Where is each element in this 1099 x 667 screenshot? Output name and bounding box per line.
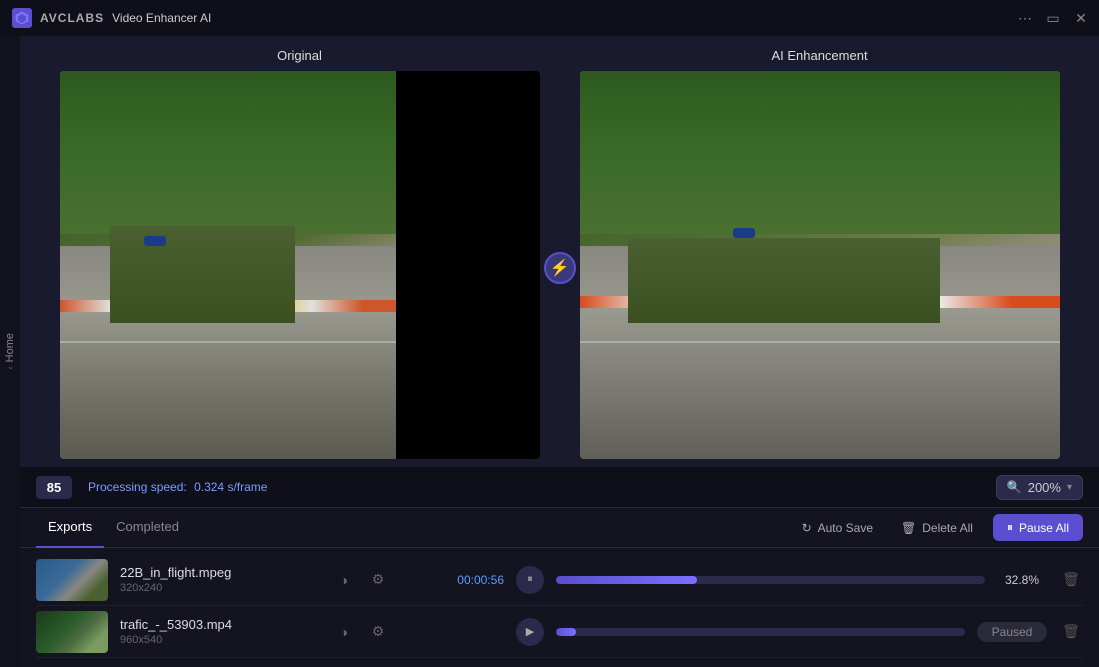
grass-area xyxy=(60,71,396,234)
sidebar-home-label[interactable]: ‹ Home xyxy=(4,333,16,369)
dims-2: 960x540 xyxy=(120,634,320,646)
dropdown-arrow-icon: ▾ xyxy=(1067,482,1072,493)
zoom-value: 200% xyxy=(1028,480,1061,495)
original-video-left xyxy=(60,71,396,459)
settings-icon-1[interactable]: ⚙ xyxy=(366,568,390,592)
main-content: Original ⚡ xyxy=(20,36,1099,667)
export-row-2: trafic_-_53903.mp4 960x540 ◑ ⚙ ▶ Paused … xyxy=(36,606,1083,658)
ai-grass xyxy=(580,71,1060,234)
title-bar: AVCLABS Video Enhancer AI ⋯ ▭ ✕ xyxy=(0,0,1099,36)
processing-label: Processing speed: xyxy=(88,480,187,494)
original-label: Original xyxy=(60,48,540,63)
progress-label-1: 32.8% xyxy=(997,573,1047,587)
original-video-panel xyxy=(60,71,540,459)
app-logo xyxy=(12,8,32,28)
sidebar: ‹ Home xyxy=(0,36,20,667)
progress-fill-2 xyxy=(556,628,576,636)
settings-icon-2[interactable]: ⚙ xyxy=(366,620,390,644)
zoom-control[interactable]: 🔍 200% ▾ xyxy=(996,475,1083,500)
paused-label-2: Paused xyxy=(977,622,1047,642)
frame-badge: 85 xyxy=(36,476,72,499)
ai-label: AI Enhancement xyxy=(580,48,1060,63)
auto-save-button[interactable]: ↻ Auto Save xyxy=(794,517,881,539)
filename-2: trafic_-_53903.mp4 xyxy=(120,617,320,632)
auto-save-icon: ↻ xyxy=(802,521,812,535)
thumbnail-2 xyxy=(36,611,108,653)
bottom-panel: Exports Completed ↻ Auto Save 🗑 Delete A… xyxy=(20,507,1099,667)
delete-button-1[interactable]: 🗑 xyxy=(1059,568,1083,592)
pause-button-1[interactable]: ⏸ xyxy=(516,566,544,594)
delete-button-2[interactable]: 🗑 xyxy=(1059,620,1083,644)
filename-1: 22B_in_flight.mpeg xyxy=(120,565,320,580)
minimize-button[interactable]: ⋯ xyxy=(1019,12,1031,24)
delete-all-label: Delete All xyxy=(922,521,973,535)
chevron-left-icon: ‹ xyxy=(5,367,15,370)
thumbnail-1 xyxy=(36,559,108,601)
ai-track xyxy=(580,341,1060,343)
tabs-right: ↻ Auto Save 🗑 Delete All ⏸ Pause All xyxy=(794,514,1083,541)
bolt-button[interactable]: ⚡ xyxy=(544,252,576,284)
trash-icon: 🗑 xyxy=(901,521,916,535)
dims-1: 320x240 xyxy=(120,582,320,594)
banner-strip xyxy=(60,300,396,312)
title-bar-left: AVCLABS Video Enhancer AI xyxy=(12,8,211,28)
pause-icon: ⏸ xyxy=(1007,520,1013,535)
original-video-right xyxy=(396,71,540,459)
progress-fill-1 xyxy=(556,576,697,584)
play-button-2[interactable]: ▶ xyxy=(516,618,544,646)
video-panels: Original ⚡ xyxy=(36,48,1083,459)
maximize-button[interactable]: ▭ xyxy=(1047,12,1059,24)
ai-banner xyxy=(580,296,1060,308)
ai-video-panel xyxy=(580,71,1060,459)
processing-speed: Processing speed: 0.324 s/frame xyxy=(88,480,980,494)
track-lines xyxy=(60,341,396,343)
brightness-icon-2[interactable]: ◑ xyxy=(332,620,356,644)
brightness-icon-1[interactable]: ◑ xyxy=(332,568,356,592)
car-original xyxy=(144,236,166,246)
home-text: Home xyxy=(4,333,16,362)
ai-car xyxy=(733,228,755,238)
auto-save-label: Auto Save xyxy=(818,521,873,535)
tab-exports[interactable]: Exports xyxy=(36,508,104,548)
export-list: 22B_in_flight.mpeg 320x240 ◑ ⚙ 00:00:56 … xyxy=(20,548,1099,664)
processing-value: 0.324 s/frame xyxy=(194,480,267,494)
video-area: Original ⚡ xyxy=(20,36,1099,459)
delete-all-button[interactable]: 🗑 Delete All xyxy=(893,517,981,539)
status-bar: 85 Processing speed: 0.324 s/frame 🔍 200… xyxy=(20,467,1099,507)
export-info-2: trafic_-_53903.mp4 960x540 xyxy=(120,617,320,646)
export-info-1: 22B_in_flight.mpeg 320x240 xyxy=(120,565,320,594)
export-row-1: 22B_in_flight.mpeg 320x240 ◑ ⚙ 00:00:56 … xyxy=(36,554,1083,606)
pause-all-button[interactable]: ⏸ Pause All xyxy=(993,514,1083,541)
pause-all-label: Pause All xyxy=(1019,521,1069,535)
bolt-icon: ⚡ xyxy=(550,258,570,278)
export-controls-2: ◑ ⚙ xyxy=(332,620,412,644)
brand-name: AVCLABS xyxy=(40,11,104,25)
original-panel-wrapper: Original xyxy=(60,48,540,459)
tabs-bar: Exports Completed ↻ Auto Save 🗑 Delete A… xyxy=(20,508,1099,548)
panel-divider: ⚡ xyxy=(540,76,580,459)
zoom-icon: 🔍 xyxy=(1007,480,1022,494)
export-controls-1: ◑ ⚙ xyxy=(332,568,412,592)
tab-completed[interactable]: Completed xyxy=(104,508,191,548)
tabs-left: Exports Completed xyxy=(36,508,191,548)
progress-bar-2 xyxy=(556,628,965,636)
close-button[interactable]: ✕ xyxy=(1075,12,1087,24)
title-bar-controls: ⋯ ▭ ✕ xyxy=(1019,12,1087,24)
progress-bar-1 xyxy=(556,576,985,584)
app-title: Video Enhancer AI xyxy=(112,11,211,25)
export-time-1: 00:00:56 xyxy=(424,573,504,587)
ai-panel-wrapper: AI Enhancement xyxy=(580,48,1060,459)
